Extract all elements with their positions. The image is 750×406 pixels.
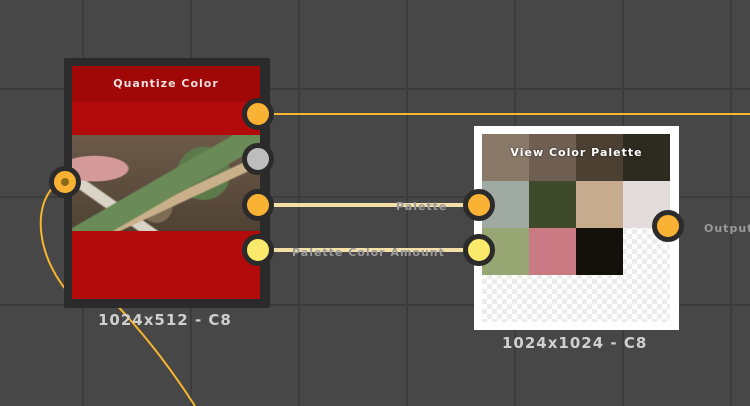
output-port-quantize-image[interactable]: [242, 98, 274, 130]
input-port-palette-amount[interactable]: [463, 234, 495, 266]
palette-swatch: [576, 228, 623, 275]
palette-wire-label: Palette: [396, 200, 448, 213]
node-quantize-size-label: 1024x512 - C8: [98, 311, 232, 329]
input-port-quantize[interactable]: [49, 166, 81, 198]
output-port-quantize-palette[interactable]: [242, 189, 274, 221]
output-port-quantize-amount[interactable]: [242, 234, 274, 266]
palette-swatch: [576, 181, 623, 228]
output-port-quantize-grey[interactable]: [242, 143, 274, 175]
node-view-color-palette[interactable]: View Color Palette: [474, 126, 679, 330]
input-port-palette[interactable]: [463, 189, 495, 221]
node-quantize-title: Quantize Color: [72, 66, 260, 102]
port-dot-icon: [61, 178, 69, 186]
node-quantize-body: Quantize Color: [72, 66, 260, 299]
node-quantize-color[interactable]: Quantize Color: [64, 58, 270, 308]
output-label: Output: [704, 222, 750, 235]
palette-swatch: [529, 228, 576, 275]
output-port-view-palette[interactable]: [652, 210, 684, 242]
palette-swatch: [529, 181, 576, 228]
palette-amount-wire-label: Palette Color Amount: [292, 246, 445, 259]
node-palette-title: View Color Palette: [510, 146, 643, 159]
node-palette-size-label: 1024x1024 - C8: [502, 334, 648, 352]
node-quantize-thumbnail: [72, 135, 260, 231]
